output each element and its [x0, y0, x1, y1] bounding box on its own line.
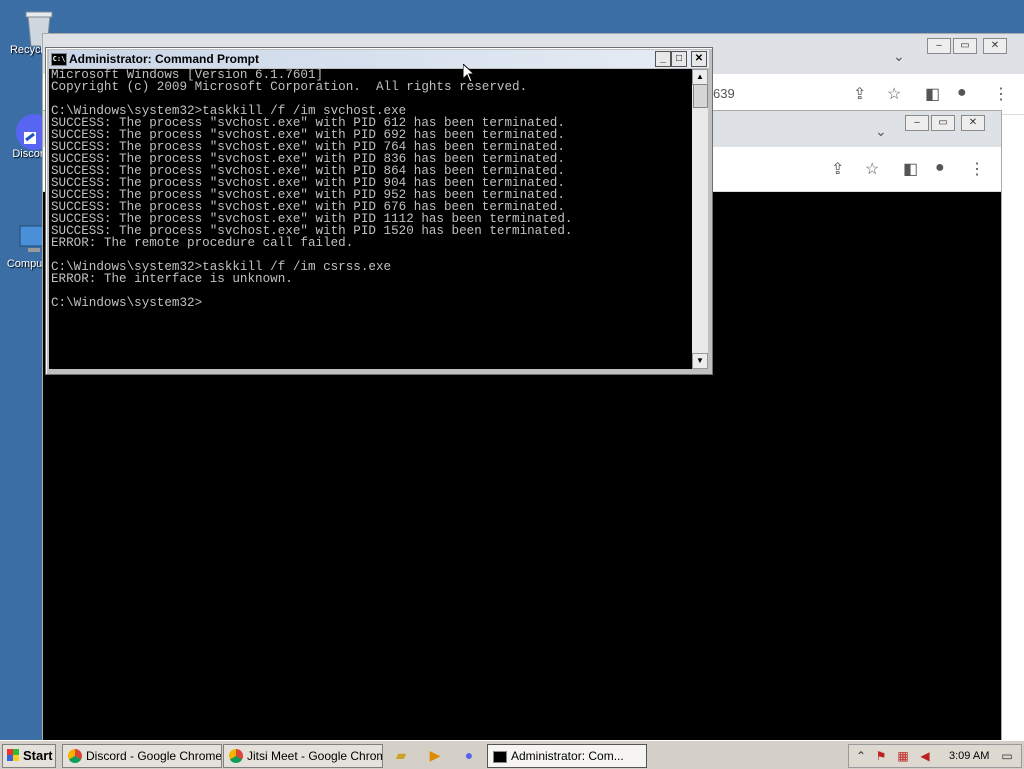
start-button[interactable]: Start	[2, 744, 56, 768]
menu-icon[interactable]: ⋮	[969, 159, 985, 179]
taskbar: Start Discord - Google Chrome Jitsi Meet…	[0, 740, 1024, 769]
star-icon[interactable]: ☆	[865, 159, 879, 179]
taskbar-item-command-prompt[interactable]: Administrator: Com...	[487, 744, 647, 768]
folder-icon[interactable]: ▰	[392, 746, 410, 764]
share-icon[interactable]: ⇪	[853, 84, 866, 104]
sidebar-icon[interactable]: ◧	[925, 84, 940, 104]
share-icon[interactable]: ⇪	[831, 159, 844, 179]
console-line: C:\Windows\system32>	[51, 296, 203, 310]
clock[interactable]: 3:09 AM	[949, 745, 989, 767]
console-line: ERROR: The remote procedure call failed.	[51, 236, 354, 250]
mouse-cursor-icon	[463, 64, 475, 83]
scroll-thumb[interactable]	[693, 84, 708, 108]
close-button[interactable]: ✕	[691, 51, 707, 67]
minimize-button[interactable]: –	[905, 115, 929, 131]
chrome-icon	[229, 749, 243, 763]
profile-icon[interactable]: ●	[935, 159, 945, 177]
menu-icon[interactable]: ⋮	[993, 84, 1009, 104]
vertical-scrollbar[interactable]: ▲ ▼	[692, 69, 708, 369]
scroll-up-arrow-icon[interactable]: ▲	[692, 69, 708, 85]
chrome-icon	[68, 749, 82, 763]
window-title: Administrator: Command Prompt	[69, 52, 260, 66]
chevron-down-icon[interactable]: ⌄	[875, 123, 887, 140]
windows-logo-icon	[7, 749, 19, 761]
sidebar-icon[interactable]: ◧	[903, 159, 918, 179]
console-line: Copyright (c) 2009 Microsoft Corporation…	[51, 80, 528, 94]
start-label: Start	[23, 748, 53, 763]
profile-icon[interactable]: ●	[957, 84, 967, 102]
system-tray: ⌃ ⚑ ▦ ◀ 3:09 AM ▭	[848, 744, 1022, 768]
chevron-down-icon[interactable]: ⌄	[893, 48, 905, 65]
close-button[interactable]: ✕	[983, 38, 1007, 54]
maximize-button[interactable]: ▭	[953, 38, 977, 54]
title-bar[interactable]: C:\ Administrator: Command Prompt _ □ ✕	[49, 50, 709, 68]
maximize-button[interactable]: ▭	[931, 115, 955, 131]
command-prompt-window[interactable]: C:\ Administrator: Command Prompt _ □ ✕ …	[45, 47, 713, 375]
volume-icon[interactable]: ◀	[917, 748, 933, 764]
minimize-button[interactable]: _	[655, 51, 671, 67]
task-label: Administrator: Com...	[511, 749, 624, 763]
discord-icon[interactable]: ●	[460, 746, 478, 764]
notification-icon[interactable]: ▭	[999, 748, 1015, 764]
media-player-icon[interactable]: ▶	[426, 746, 444, 764]
console-icon	[493, 751, 507, 763]
maximize-button[interactable]: □	[671, 51, 687, 67]
network-icon[interactable]: ▦	[895, 748, 911, 764]
scroll-down-arrow-icon[interactable]: ▼	[692, 353, 708, 369]
console-output[interactable]: Microsoft Windows [Version 6.1.7601] Copy…	[49, 69, 693, 369]
show-hidden-icons-icon[interactable]: ⌃	[853, 748, 869, 764]
taskbar-item-jitsi-chrome[interactable]: Jitsi Meet - Google Chrome	[223, 744, 383, 768]
task-label: Jitsi Meet - Google Chrome	[247, 749, 383, 763]
close-button[interactable]: ✕	[961, 115, 985, 131]
address-bar-text[interactable]: 639	[713, 86, 735, 101]
console-icon: C:\	[51, 53, 67, 66]
taskbar-item-discord-chrome[interactable]: Discord - Google Chrome	[62, 744, 222, 768]
action-center-icon[interactable]: ⚑	[873, 748, 889, 764]
task-label: Discord - Google Chrome	[86, 749, 222, 763]
console-line: ERROR: The interface is unknown.	[51, 272, 293, 286]
minimize-button[interactable]: –	[927, 38, 951, 54]
star-icon[interactable]: ☆	[887, 84, 901, 104]
